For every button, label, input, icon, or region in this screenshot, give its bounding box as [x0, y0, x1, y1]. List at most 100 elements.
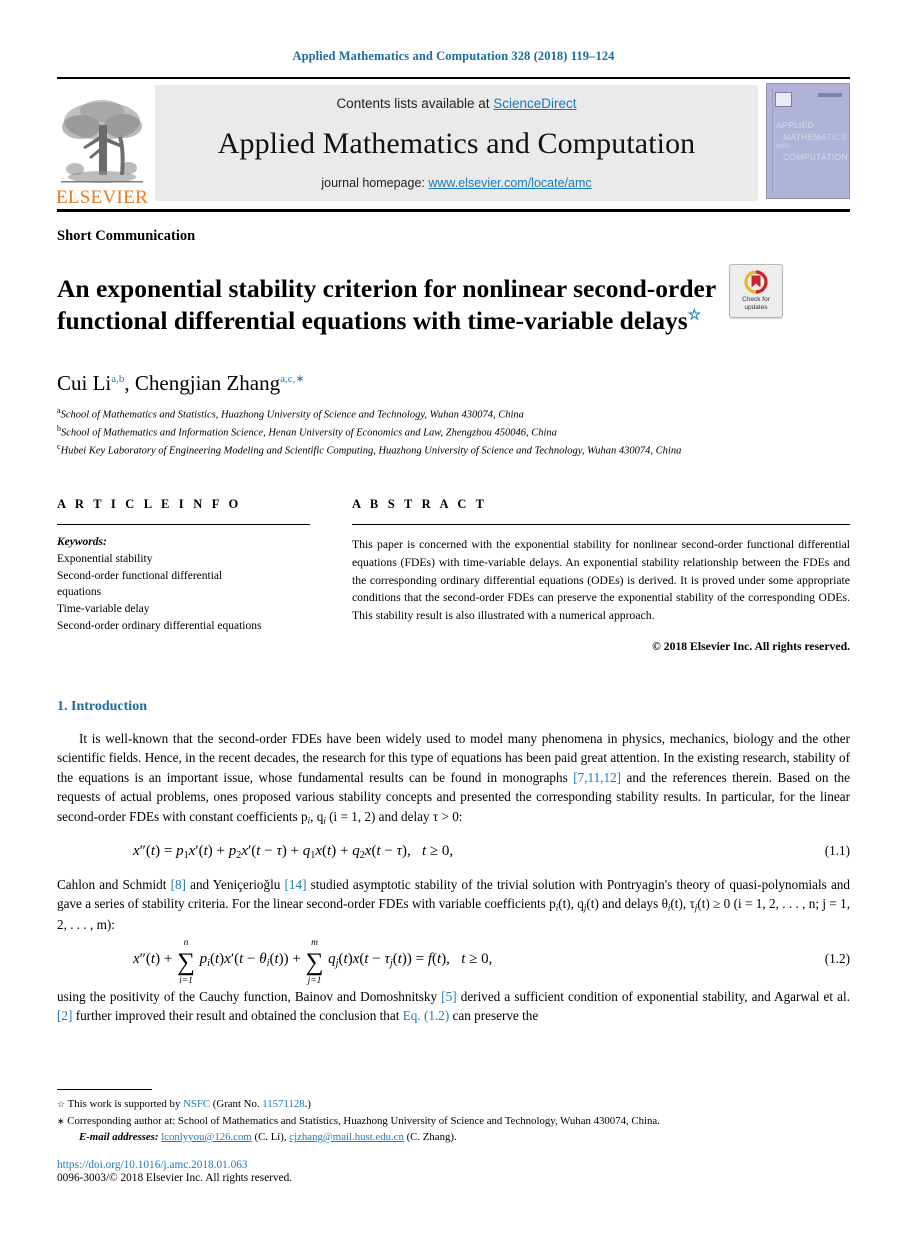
title-row: An exponential stability criterion for n…: [57, 256, 850, 355]
crossmark-badge[interactable]: Check for updates: [729, 264, 783, 318]
email-link-li[interactable]: lconlyyou@126.com: [161, 1131, 252, 1143]
author-list: Cui Lia,b, Chengjian Zhanga,c,∗: [57, 371, 850, 396]
author-affiliation-marks-0: a,b: [111, 372, 125, 385]
footnote-funding-part-c: .): [304, 1098, 311, 1111]
footnote-star-mark: ☆: [57, 1099, 66, 1110]
author-name-1[interactable]: Chengjian Zhang: [135, 371, 280, 395]
article-type: Short Communication: [57, 228, 196, 244]
elsevier-tree-icon: [61, 95, 143, 187]
email-label: E-mail addresses:: [79, 1130, 159, 1143]
intro-p2-part-d: (t), q: [558, 896, 584, 912]
email-attribution-li: (C. Li),: [251, 1130, 287, 1143]
cover-issn-bar: [818, 93, 842, 97]
contents-available-line: Contents lists available at ScienceDirec…: [336, 96, 576, 111]
article-info-column: A R T I C L E I N F O Keywords: Exponent…: [57, 497, 310, 653]
crossmark-ring-icon: [744, 270, 768, 294]
intro-p3-part-b: derived a sufficient condition of expone…: [456, 988, 850, 1004]
cover-title-line4: COMPUTATION: [783, 151, 848, 162]
journal-homepage-line: journal homepage: www.elsevier.com/locat…: [321, 176, 591, 190]
keyword-item-0: Exponential stability: [57, 552, 153, 565]
citation-5[interactable]: [5]: [441, 989, 456, 1004]
journal-homepage-link[interactable]: www.elsevier.com/locate/amc: [428, 176, 591, 190]
journal-title: Applied Mathematics and Computation: [217, 126, 696, 160]
keywords-block: Keywords: Exponential stability Second-o…: [57, 534, 310, 635]
intro-p2-part-b: and Yeniçerioğlu: [185, 877, 285, 893]
affiliation-item-c: cHubei Key Laboratory of Engineering Mod…: [57, 441, 850, 459]
email-attribution-zhang: (C. Zhang).: [403, 1130, 457, 1143]
issn-copyright-line: 0096-3003/© 2018 Elsevier Inc. All right…: [57, 1172, 293, 1184]
abstract-heading: A B S T R A C T: [352, 497, 488, 511]
footnote-corresponding-author: ∗ Corresponding author at: School of Mat…: [57, 1113, 850, 1129]
banner-bottom-rule: [57, 209, 850, 212]
affiliation-text-a: School of Mathematics and Statistics, Hu…: [60, 409, 524, 421]
equation-1-1-number: (1.1): [824, 843, 850, 859]
title-footnote-star-icon[interactable]: ☆: [688, 308, 701, 324]
citation-14[interactable]: [14]: [284, 877, 306, 892]
sciencedirect-link[interactable]: ScienceDirect: [493, 96, 576, 111]
citation-7-11-12[interactable]: [7,11,12]: [573, 770, 621, 785]
affiliation-item-b: bSchool of Mathematics and Information S…: [57, 423, 850, 441]
article-title-line2: functional differential equations with t…: [57, 306, 688, 336]
banner-center: Contents lists available at ScienceDirec…: [155, 85, 758, 201]
affiliation-list: aSchool of Mathematics and Statistics, H…: [57, 405, 850, 459]
keyword-item-1: Second-order functional differential: [57, 569, 223, 582]
keyword-item-3: Second-order ordinary differential equat…: [57, 619, 262, 632]
cover-title-text: APPLIED MATHEMATICS AND COMPUTATION: [776, 120, 848, 163]
cover-title-line2: MATHEMATICS: [783, 131, 847, 142]
citation-8[interactable]: [8]: [171, 877, 186, 892]
footnote-rule: [57, 1089, 152, 1091]
keyword-item-1-cont: equations: [57, 586, 102, 599]
cover-publisher-mark-icon: [775, 92, 792, 107]
journal-banner: ELSEVIER Contents lists available at Sci…: [55, 77, 850, 208]
keyword-item-2: Time-variable delay: [57, 603, 150, 616]
running-head: Applied Mathematics and Computation 328 …: [292, 49, 615, 63]
doi-link[interactable]: https://doi.org/10.1016/j.amc.2018.01.06…: [57, 1159, 850, 1171]
info-abstract-block: A R T I C L E I N F O Keywords: Exponent…: [57, 497, 850, 653]
intro-paragraph-1: It is well-known that the second-order F…: [57, 730, 850, 826]
intro-p3-part-c: further improved their result and obtain…: [72, 1007, 403, 1023]
article-title: An exponential stability criterion for n…: [57, 273, 717, 338]
affiliation-item-a: aSchool of Mathematics and Statistics, H…: [57, 405, 850, 423]
citation-2[interactable]: [2]: [57, 1008, 72, 1023]
author-name-0[interactable]: Cui Li: [57, 371, 111, 395]
footnote-funding-part-a: This work is supported by: [67, 1098, 184, 1111]
abstract-rule: [352, 524, 850, 525]
elsevier-logo: ELSEVIER: [55, 79, 149, 208]
section-title-introduction: 1. Introduction: [57, 698, 147, 714]
equation-1-2-crossref[interactable]: Eq. (1.2): [403, 1008, 450, 1023]
intro-p3-part-d: can preserve the: [449, 1007, 539, 1023]
journal-cover-thumbnail[interactable]: APPLIED MATHEMATICS AND COMPUTATION: [766, 83, 850, 199]
footnotes-block: ☆ This work is supported by NSFC (Grant …: [57, 1089, 850, 1184]
keywords-label: Keywords:: [57, 536, 107, 548]
cover-title-line1: APPLIED: [776, 120, 815, 130]
funder-link-nsfc[interactable]: NSFC: [183, 1098, 210, 1110]
footnote-funding: ☆ This work is supported by NSFC (Grant …: [57, 1096, 850, 1112]
affiliation-text-b: School of Mathematics and Information Sc…: [61, 427, 557, 439]
elsevier-wordmark: ELSEVIER: [55, 187, 149, 208]
intro-p2-part-f: (t), τ: [670, 896, 695, 912]
abstract-column: A B S T R A C T This paper is concerned …: [352, 497, 850, 653]
cover-title-line3: AND: [776, 144, 790, 151]
intro-p3-part-a: using the positivity of the Cauchy funct…: [57, 988, 442, 1004]
footnote-funding-part-b: (Grant No.: [210, 1098, 263, 1111]
article-info-rule: [57, 524, 310, 525]
affiliation-text-c: Hubei Key Laboratory of Engineering Mode…: [60, 445, 682, 457]
abstract-copyright: © 2018 Elsevier Inc. All rights reserved…: [652, 639, 850, 653]
footnote-asterisk-mark: ∗: [57, 1115, 65, 1126]
grant-number-link[interactable]: 11571128: [262, 1098, 304, 1110]
equation-1-2-number: (1.2): [824, 950, 850, 966]
footnote-corresponding-text: Corresponding author at: School of Mathe…: [67, 1114, 660, 1127]
footnote-emails: E-mail addresses: lconlyyou@126.com (C. …: [57, 1129, 850, 1145]
authors-separator: ,: [124, 370, 135, 395]
homepage-prefix: journal homepage:: [321, 176, 429, 190]
equation-1-1-body: x″(t) = p1x′(t) + p2x′(t − τ) + q1x(t) +…: [133, 843, 454, 862]
intro-p1-part-c: , q: [310, 808, 324, 824]
equation-1-2-row: x″(t) + ∑ n i=1 pi(t)x′(t − θi(t)) + ∑ m j=1…: [57, 938, 850, 985]
crossmark-line1: Check for: [742, 296, 770, 304]
article-info-heading: A R T I C L E I N F O: [57, 497, 242, 511]
author-affiliation-marks-1: a,c,∗: [280, 372, 305, 385]
email-link-zhang[interactable]: cjzhang@mail.hust.edu.cn: [289, 1131, 404, 1143]
crossmark-label: Check for updates: [742, 296, 770, 312]
contents-prefix: Contents lists available at: [336, 96, 494, 111]
intro-paragraph-2: Cahlon and Schmidt [8] and Yeniçerioğlu …: [57, 877, 850, 933]
